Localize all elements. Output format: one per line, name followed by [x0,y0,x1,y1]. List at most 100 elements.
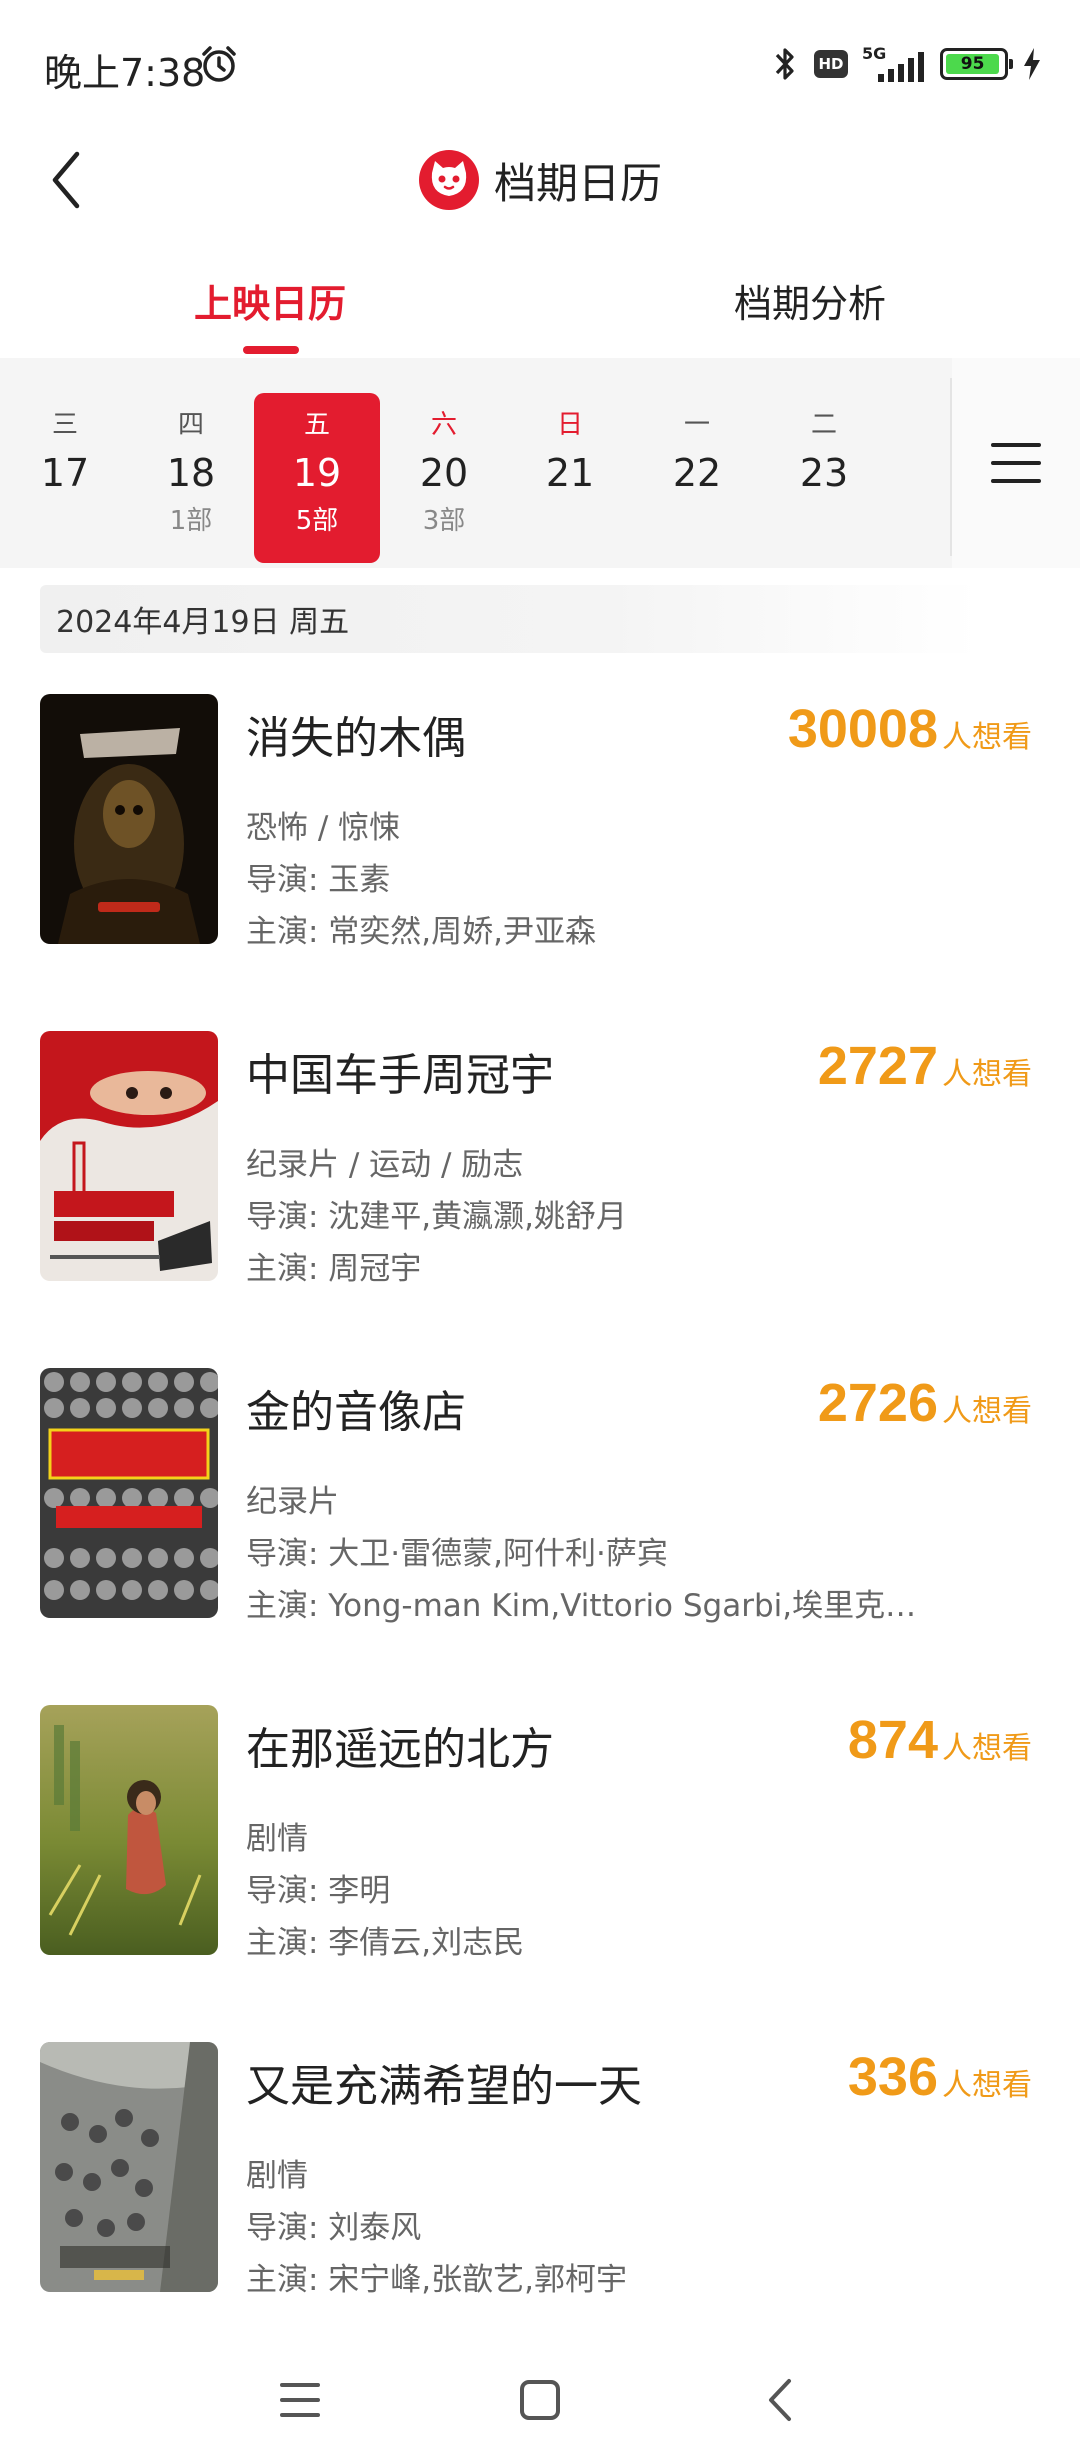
date-item-22[interactable]: 一 22 [634,393,760,563]
movie-genre: 剧情 [246,2158,308,2194]
want-count: 30008 [787,699,938,759]
signal-bars-icon [878,52,924,82]
home-square-icon [520,2380,560,2420]
movie-title: 又是充满希望的一天 [246,2061,642,2112]
want-suffix: 人想看 [942,720,1032,755]
date-weekday: 日 [556,410,583,440]
movie-item[interactable]: 消失的木偶 30008 人想看 恐怖 / 惊悚 导演: 玉素 主演: 常奕然,周… [40,694,1040,950]
date-item-20[interactable]: 六 20 3部 [381,393,507,563]
date-count [634,503,760,539]
want-to-see: 30008 人想看 [788,698,1032,760]
movie-stars: 主演: 李倩云,刘志民 [246,1925,525,1961]
nav-menu-button[interactable] [260,2365,340,2435]
date-strip: 三 17 四 18 1部 五 19 5部 六 20 3部 日 21 一 22 二… [0,358,1080,568]
movie-item[interactable]: 中国车手周冠宇 2727 人想看 纪录片 / 运动 / 励志 导演: 沈建平,黄… [40,1031,1040,1287]
movie-stars: 主演: Yong-man Kim,Vittorio Sgarbi,埃里克… [246,1588,917,1624]
horror-poster-image[interactable] [40,694,218,944]
selected-date-bar: 2024年4月19日 周五 [40,585,980,653]
bluetooth-icon [775,48,794,80]
date-day: 20 [419,451,469,495]
app-header: 档期日历 [0,130,1080,250]
want-count: 336 [847,2047,938,2107]
date-day: 23 [799,451,849,495]
want-to-see: 336 人想看 [848,2046,1032,2108]
want-count: 874 [847,1710,938,1770]
signal-icon: 5G [862,44,926,84]
date-weekday: 五 [303,410,330,440]
page-title: 档期日历 [493,158,662,208]
date-day: 17 [40,451,90,495]
date-count [2,503,128,539]
date-day: 22 [672,451,722,495]
movie-stars: 主演: 周冠宇 [246,1251,422,1287]
movie-title: 在那遥远的北方 [246,1724,554,1775]
tab-schedule-analysis[interactable]: 档期分析 [700,250,920,350]
movie-title: 中国车手周冠宇 [246,1050,554,1101]
date-item-19[interactable]: 五 19 5部 [254,393,380,563]
status-time: 晚上7:38 [44,51,206,95]
date-count: 5部 [295,506,339,536]
date-weekday: 三 [51,410,78,440]
tab-release-calendar[interactable]: 上映日历 [170,250,370,350]
date-weekday: 四 [177,410,204,440]
system-nav-bar [0,2340,1080,2460]
date-item-21[interactable]: 日 21 [507,393,633,563]
movie-stars: 主演: 宋宁峰,张歆艺,郭柯宇 [246,2262,628,2298]
menu-icon [991,443,1041,483]
date-count [507,503,633,539]
street-poster-image[interactable] [40,2042,218,2292]
movie-genre: 纪录片 / 运动 / 励志 [246,1147,524,1183]
hd-badge: HD [814,50,848,78]
field-poster-image[interactable] [40,1705,218,1955]
movie-genre: 剧情 [246,1821,308,1857]
want-to-see: 874 人想看 [848,1709,1032,1771]
movie-director: 导演: 李明 [246,1873,391,1909]
want-suffix: 人想看 [942,1394,1032,1429]
date-item-18[interactable]: 四 18 1部 [128,393,254,563]
movie-title: 金的音像店 [246,1387,466,1438]
movie-director: 导演: 大卫·雷德蒙,阿什利·萨宾 [246,1536,668,1572]
date-count [761,503,887,539]
date-item-17[interactable]: 三 17 [2,393,128,563]
cat-logo-icon [418,150,479,210]
date-weekday: 二 [810,410,837,440]
want-suffix: 人想看 [942,1731,1032,1766]
want-count: 2727 [817,1036,938,1096]
want-count: 2726 [817,1373,938,1433]
movie-item[interactable]: 金的音像店 2726 人想看 纪录片 导演: 大卫·雷德蒙,阿什利·萨宾 主演:… [40,1368,1040,1624]
nav-back-button[interactable] [740,2365,820,2435]
movie-title: 消失的木偶 [246,713,466,764]
want-suffix: 人想看 [942,1057,1032,1092]
header-title-group: 档期日历 [0,130,1080,230]
battery-level: 95 [946,54,1000,74]
date-day: 18 [166,451,216,495]
racing-poster-image[interactable] [40,1031,218,1281]
battery-icon: 95 [940,48,1013,80]
active-tab-indicator [243,346,299,354]
status-icons: HD 5G 95 [770,44,1042,84]
menu-icon [280,2383,320,2417]
date-count: 3部 [422,506,466,536]
movie-genre: 恐怖 / 惊悚 [246,810,401,846]
movie-director: 导演: 沈建平,黄瀛灏,姚舒月 [246,1199,628,1235]
date-weekday: 一 [683,410,710,440]
want-to-see: 2726 人想看 [818,1372,1032,1434]
alarm-icon [202,46,236,82]
want-suffix: 人想看 [942,2068,1032,2103]
want-to-see: 2727 人想看 [818,1035,1032,1097]
status-bar: 晚上7:38 HD 5G 95 [0,0,1080,130]
nav-home-button[interactable] [500,2365,580,2435]
movie-genre: 纪录片 [246,1484,339,1520]
date-item-23[interactable]: 二 23 [761,393,887,563]
movie-item[interactable]: 又是充满希望的一天 336 人想看 剧情 导演: 刘泰风 主演: 宋宁峰,张歆艺… [40,2042,1040,2298]
video-store-poster-image[interactable] [40,1368,218,1618]
date-day: 21 [545,451,595,495]
date-weekday: 六 [430,410,457,440]
movie-item[interactable]: 在那遥远的北方 874 人想看 剧情 导演: 李明 主演: 李倩云,刘志民 [40,1705,1040,1961]
movie-director: 导演: 玉素 [246,862,391,898]
date-menu-button[interactable] [952,358,1080,568]
tab-bar: 上映日历 档期分析 [0,250,1080,360]
movie-director: 导演: 刘泰风 [246,2210,422,2246]
date-day: 19 [292,451,342,495]
charging-icon [1024,48,1040,80]
